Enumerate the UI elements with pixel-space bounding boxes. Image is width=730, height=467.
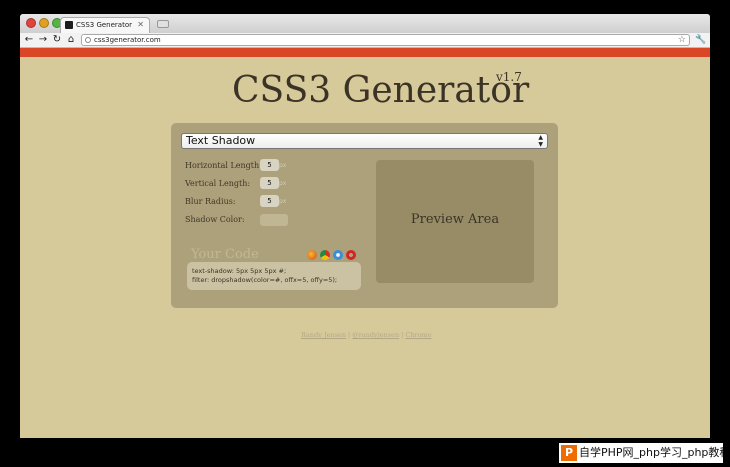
shadow-color-label: Shadow Color: — [185, 215, 245, 224]
code-heading: Your Code — [191, 247, 259, 262]
tab-close-icon[interactable]: ✕ — [137, 18, 144, 32]
tab-strip: CSS3 Generator ✕ — [20, 14, 710, 33]
footer-link-author[interactable]: Randy Jensen — [301, 331, 346, 339]
accent-bar — [20, 48, 710, 57]
address-bar[interactable]: css3generator.com ☆ — [81, 34, 690, 46]
footer-link-chrome[interactable]: Chrome — [405, 331, 431, 339]
watermark-logo-icon: P — [561, 445, 577, 461]
favicon-icon — [65, 21, 73, 29]
browser-toolbar: ← → ↻ ⌂ css3generator.com ☆ 🔧 — [20, 33, 710, 48]
horizontal-length-input[interactable]: 5 — [260, 159, 279, 171]
vertical-length-label: Vertical Length: — [185, 179, 251, 188]
back-icon[interactable]: ← — [23, 33, 35, 47]
vertical-length-input[interactable]: 5 — [260, 177, 279, 189]
code-output: text-shadow: 5px 5px 5px #; filter: drop… — [187, 262, 361, 290]
mode-select[interactable]: Text Shadow ▲ ▼ — [181, 133, 548, 149]
blur-radius-unit: px — [279, 198, 287, 205]
close-window-icon[interactable] — [26, 18, 36, 28]
shadow-color-input[interactable] — [260, 214, 288, 226]
tab-title: CSS3 Generator — [76, 21, 132, 29]
wrench-icon[interactable]: 🔧 — [695, 33, 706, 47]
page-title: CSS3 Generator — [232, 70, 530, 111]
watermark-text: 自学PHP网_php学习_php教程 — [579, 446, 723, 459]
forward-icon[interactable]: → — [37, 33, 49, 47]
browser-tab[interactable]: CSS3 Generator ✕ — [60, 17, 150, 33]
blur-radius-input[interactable]: 5 — [260, 195, 279, 207]
site-watermark: P 自学PHP网_php学习_php教程 — [559, 443, 723, 463]
select-arrows-icon: ▲ ▼ — [538, 134, 543, 148]
opera-icon — [346, 250, 356, 260]
horizontal-length-unit: px — [279, 162, 287, 169]
minimize-window-icon[interactable] — [39, 18, 49, 28]
address-url: css3generator.com — [94, 36, 161, 44]
bookmark-star-icon[interactable]: ☆ — [678, 35, 686, 45]
code-line: filter: dropshadow(color=#, offx=5, offy… — [192, 276, 338, 284]
vertical-length-unit: px — [279, 180, 287, 187]
reload-icon[interactable]: ↻ — [51, 33, 63, 47]
browser-window: CSS3 Generator ✕ ← → ↻ ⌂ css3generator.c… — [20, 14, 710, 438]
home-icon[interactable]: ⌂ — [65, 33, 77, 47]
code-line: text-shadow: 5px 5px 5px #; — [192, 267, 287, 275]
horizontal-length-label: Horizontal Length: — [185, 161, 262, 170]
safari-icon — [333, 250, 343, 260]
new-tab-button[interactable] — [157, 20, 169, 28]
mode-select-value: Text Shadow — [186, 134, 256, 147]
blur-radius-label: Blur Radius: — [185, 197, 236, 206]
footer-link-twitter[interactable]: @randyjensen — [352, 331, 399, 339]
version-label: v1.7 — [496, 70, 522, 84]
generator-panel: Text Shadow ▲ ▼ Horizontal Length: 5 px V… — [171, 123, 558, 308]
footer: Randy Jensen | @randyjensen | Chrome — [301, 331, 432, 339]
firefox-icon — [307, 250, 317, 260]
chrome-icon — [320, 250, 330, 260]
preview-label: Preview Area — [410, 212, 500, 227]
globe-icon — [85, 37, 91, 43]
preview-area: Preview Area — [376, 160, 534, 283]
